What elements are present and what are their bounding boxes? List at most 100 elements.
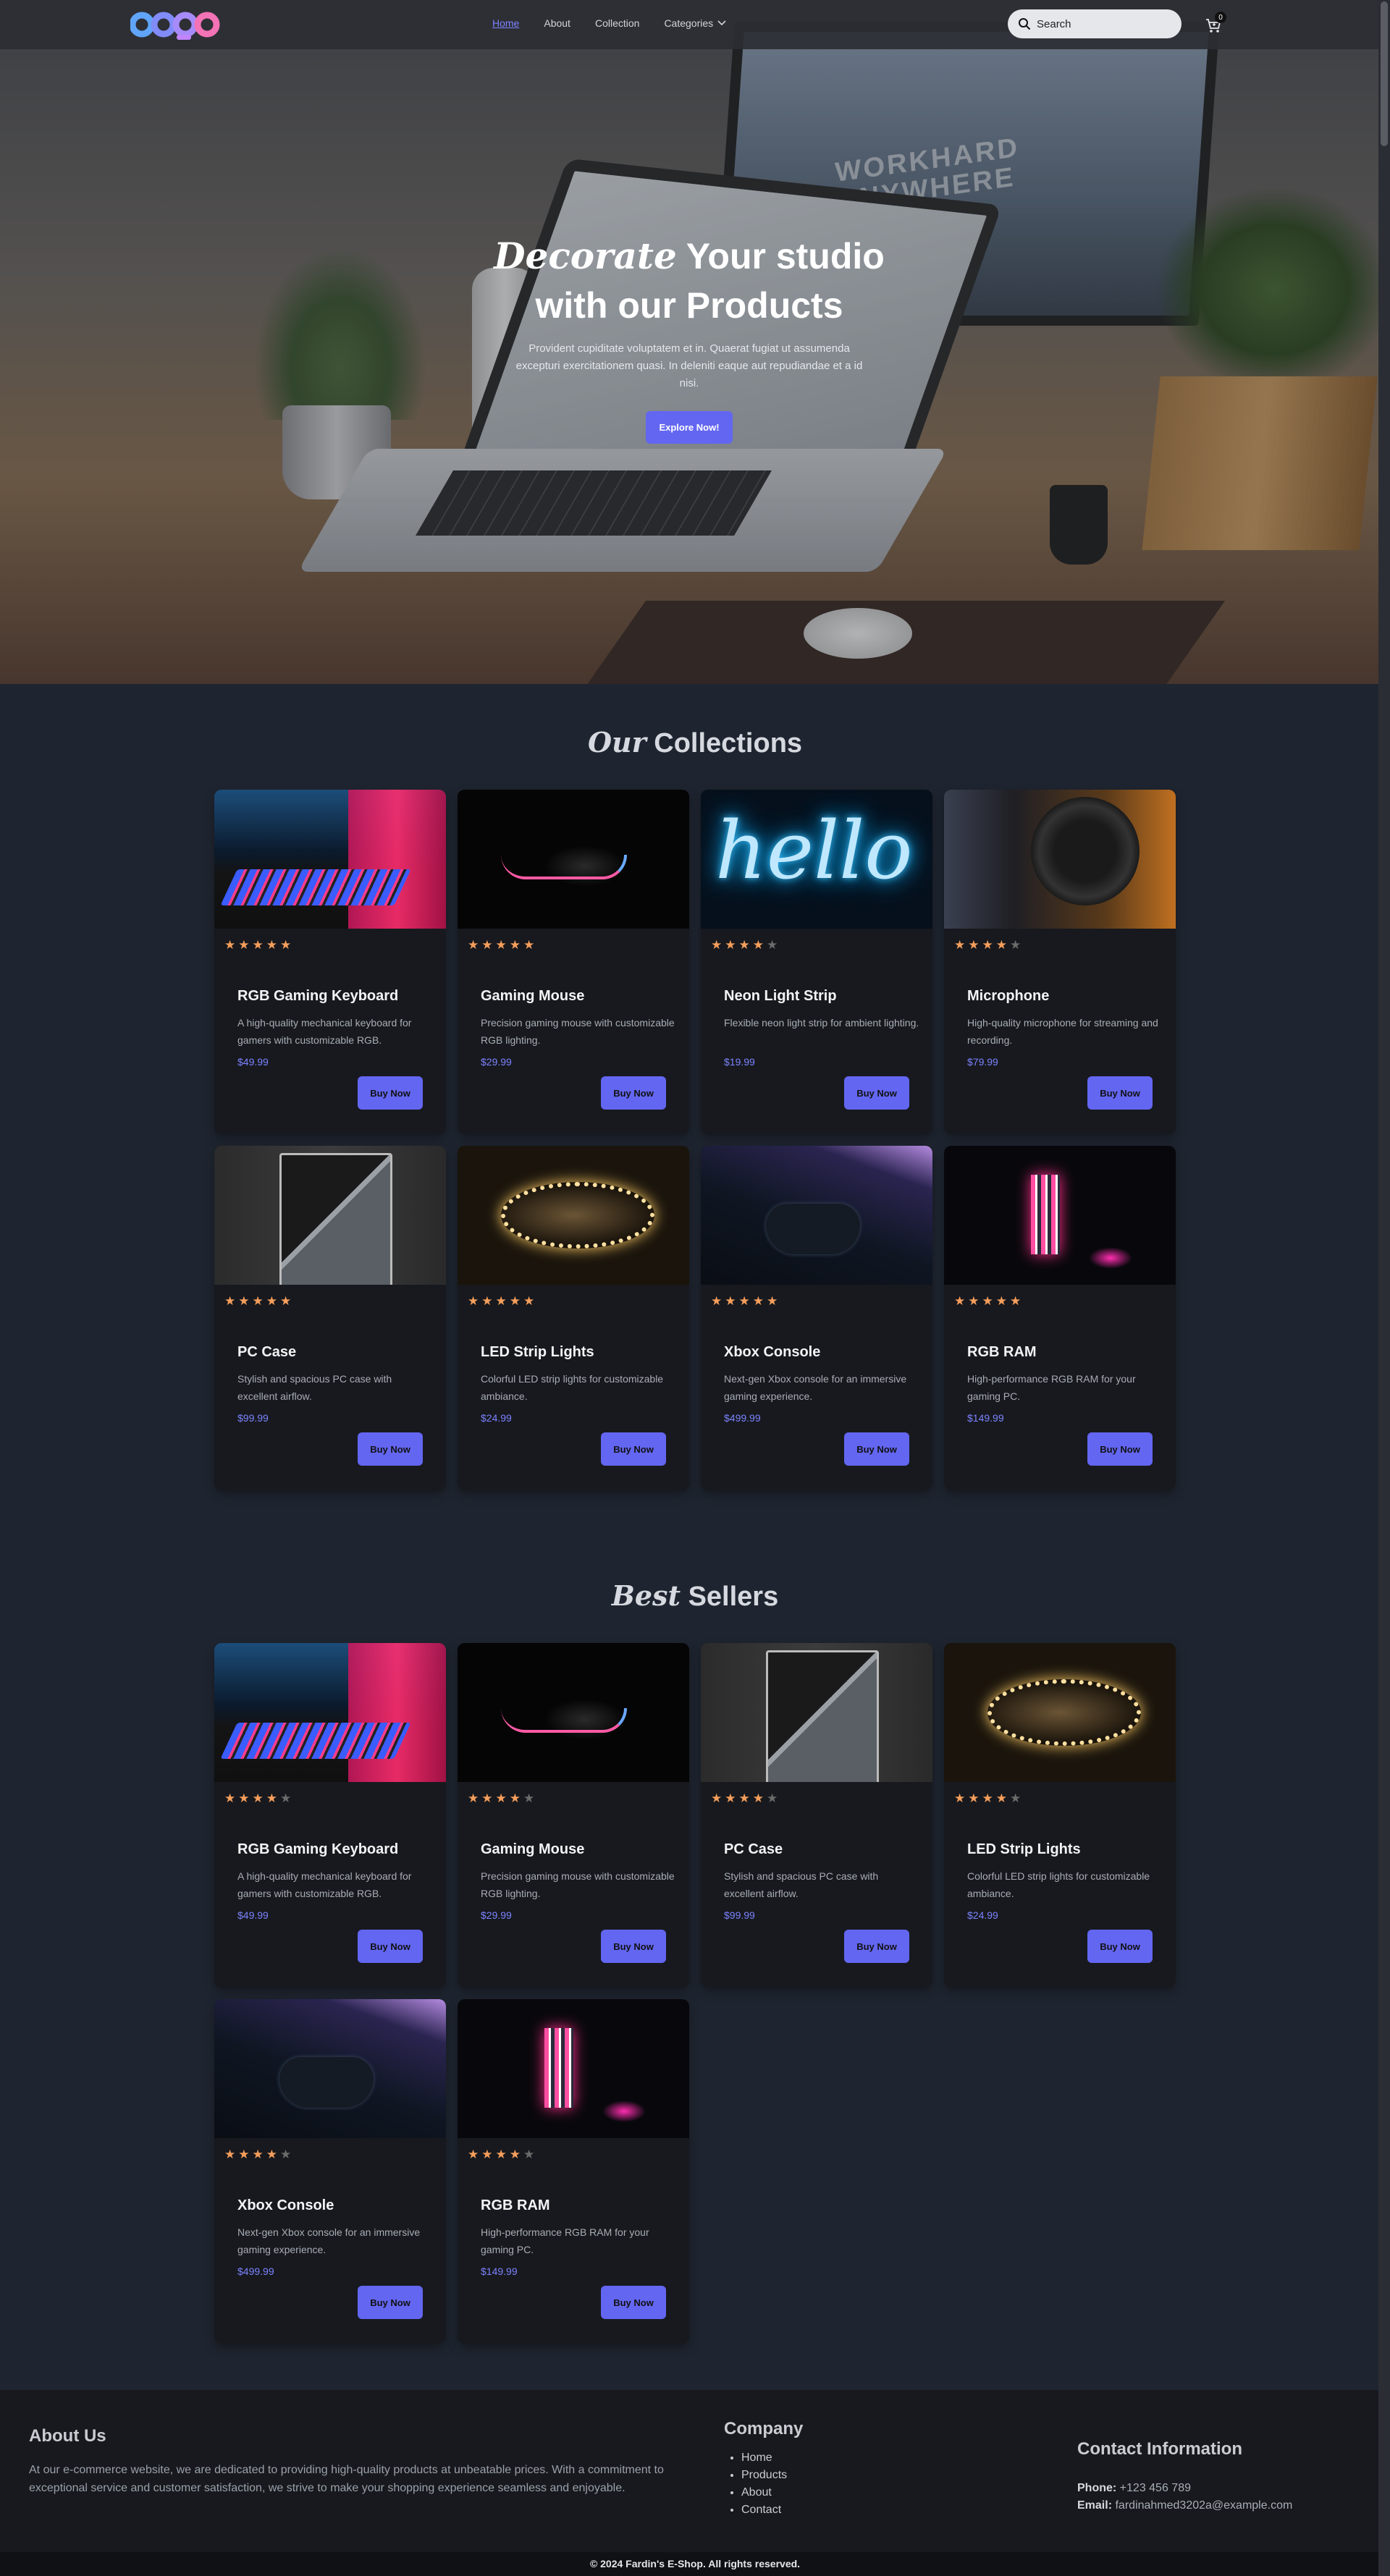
buy-now-button[interactable]: Buy Now (1087, 1930, 1153, 1963)
buy-now-button[interactable]: Buy Now (358, 2286, 423, 2319)
footer-link-about[interactable]: About (741, 2486, 772, 2499)
scrollbar-thumb[interactable] (1381, 1, 1388, 146)
product-card[interactable]: ★ ★ ★ ★ ★ PC Case Stylish and spacious PC case… (701, 1643, 932, 1988)
contact-email: Email: fardinahmed3202a@example.com (1077, 2497, 1292, 2514)
buy-now-button[interactable]: Buy Now (601, 1930, 666, 1963)
star-icon: ★ (995, 938, 1007, 952)
star-icon: ★ (495, 2148, 507, 2161)
star-icon: ★ (280, 2148, 292, 2161)
product-card[interactable]: ★ ★ ★ ★ ★ Microphone High-quality microphone f… (944, 790, 1176, 1134)
buy-now-button[interactable]: Buy Now (358, 1076, 423, 1110)
product-image[interactable] (944, 1146, 1176, 1285)
buy-now-button[interactable]: Buy Now (844, 1930, 909, 1963)
nav-link-categories[interactable]: Categories (664, 17, 726, 29)
product-price: $149.99 (481, 2265, 518, 2277)
star-icon: ★ (468, 2148, 479, 2161)
hero-title-rest: Your studio (676, 236, 885, 276)
star-icon: ★ (280, 938, 292, 952)
cart-count-badge: 0 (1215, 12, 1226, 23)
product-card[interactable]: ★ ★ ★ ★ ★ Gaming Mouse Precision gaming mouse … (458, 1643, 689, 1988)
buy-now-button[interactable]: Buy Now (1087, 1432, 1153, 1466)
footer-link-products[interactable]: Products (741, 2469, 787, 2481)
footer-link-contact[interactable]: Contact (741, 2504, 781, 2516)
product-image[interactable] (701, 1146, 932, 1285)
buy-now-button[interactable]: Buy Now (358, 1432, 423, 1466)
phone-label: Phone: (1077, 2482, 1117, 2494)
rating-stars: ★ ★ ★ ★ ★ (468, 2148, 534, 2161)
product-card[interactable]: ★ ★ ★ ★ ★ LED Strip Lights Colorful LED strip … (944, 1643, 1176, 1988)
rating-stars: ★ ★ ★ ★ ★ (954, 939, 1021, 951)
product-card[interactable]: ★ ★ ★ ★ ★ RGB RAM High-performance RGB RAM for… (944, 1146, 1176, 1490)
product-name: LED Strip Lights (481, 1344, 594, 1360)
product-image[interactable]: hello (701, 790, 932, 929)
nav-link-categories-label: Categories (664, 17, 714, 29)
star-icon: ★ (481, 938, 493, 952)
product-card[interactable]: ★ ★ ★ ★ ★ LED Strip Lights Colorful LED strip … (458, 1146, 689, 1490)
product-description: Colorful LED strip lights for customizab… (967, 1870, 1150, 1899)
star-icon: ★ (711, 1791, 723, 1805)
star-icon: ★ (266, 2148, 277, 2161)
product-name: RGB Gaming Keyboard (237, 988, 399, 1004)
copyright-bar: © 2024 Fardin's E-Shop. All rights reser… (0, 2552, 1390, 2576)
star-icon: ★ (725, 1791, 736, 1805)
product-image[interactable] (701, 1643, 932, 1782)
product-card[interactable]: hello ★ ★ ★ ★ ★ Neon Light Strip Flexible neon … (701, 790, 932, 1134)
product-image[interactable] (214, 1643, 446, 1782)
hero-title-script: Decorate (494, 235, 677, 277)
product-card[interactable]: ★ ★ ★ ★ ★ Gaming Mouse Precision gaming mouse … (458, 790, 689, 1134)
buy-now-button[interactable]: Buy Now (1087, 1076, 1153, 1110)
explore-now-button[interactable]: Explore Now! (646, 411, 733, 444)
product-image[interactable] (458, 1643, 689, 1782)
product-image[interactable] (458, 1146, 689, 1285)
product-card[interactable]: ★ ★ ★ ★ ★ Xbox Console Next-gen Xbox console f… (214, 1999, 446, 2344)
rating-stars: ★ ★ ★ ★ ★ (468, 939, 534, 951)
scrollbar[interactable] (1378, 0, 1390, 2576)
product-name: RGB RAM (481, 2197, 550, 2213)
product-image[interactable] (214, 1146, 446, 1285)
product-name: Microphone (967, 988, 1050, 1004)
product-image[interactable] (458, 790, 689, 929)
product-card[interactable]: ★ ★ ★ ★ ★ RGB Gaming Keyboard A high-quality m… (214, 790, 446, 1134)
product-card[interactable]: ★ ★ ★ ★ ★ Xbox Console Next-gen Xbox console f… (701, 1146, 932, 1490)
buy-now-button[interactable]: Buy Now (358, 1930, 423, 1963)
buy-now-button[interactable]: Buy Now (601, 2286, 666, 2319)
star-icon: ★ (725, 938, 736, 952)
star-icon: ★ (495, 938, 507, 952)
product-image[interactable] (214, 1999, 446, 2138)
cart-button[interactable]: 0 (1205, 12, 1226, 35)
star-icon: ★ (252, 938, 264, 952)
nav-link-about[interactable]: About (544, 17, 570, 29)
buy-now-button[interactable]: Buy Now (601, 1432, 666, 1466)
neon-sign-image: hello (715, 804, 913, 897)
star-icon: ★ (982, 938, 993, 952)
star-icon: ★ (252, 2148, 264, 2161)
star-icon: ★ (767, 1294, 778, 1308)
collections-title-script: Our (587, 726, 646, 759)
nav-link-home[interactable]: Home (492, 17, 519, 29)
product-card[interactable]: ★ ★ ★ ★ ★ RGB RAM High-performance RGB RAM for… (458, 1999, 689, 2344)
product-image[interactable] (214, 790, 446, 929)
hero-title-line2: with our Products (535, 285, 843, 326)
nav-link-collection[interactable]: Collection (595, 17, 639, 29)
footer-link-home[interactable]: Home (741, 2452, 772, 2464)
product-image[interactable] (944, 1643, 1176, 1782)
search-input[interactable] (1037, 17, 1167, 30)
buy-now-button[interactable]: Buy Now (844, 1076, 909, 1110)
product-image[interactable] (458, 1999, 689, 2138)
star-icon: ★ (238, 1294, 250, 1308)
product-price: $499.99 (724, 1412, 761, 1424)
product-image[interactable] (944, 790, 1176, 929)
product-card[interactable]: ★ ★ ★ ★ ★ PC Case Stylish and spacious PC case… (214, 1146, 446, 1490)
buy-now-button[interactable]: Buy Now (601, 1076, 666, 1110)
email-value[interactable]: fardinahmed3202a@example.com (1115, 2499, 1292, 2512)
product-name: Neon Light Strip (724, 988, 837, 1004)
bestsellers-title-script: Best (611, 1579, 681, 1612)
buy-now-button[interactable]: Buy Now (844, 1432, 909, 1466)
product-description: Stylish and spacious PC case with excell… (724, 1870, 879, 1899)
search-box[interactable] (1008, 9, 1182, 38)
logo[interactable] (130, 7, 224, 42)
company-link-item: About (741, 2484, 803, 2501)
product-description: A high-quality mechanical keyboard for g… (237, 1870, 412, 1899)
star-icon: ★ (224, 1791, 236, 1805)
product-card[interactable]: ★ ★ ★ ★ ★ RGB Gaming Keyboard A high-quality m… (214, 1643, 446, 1988)
